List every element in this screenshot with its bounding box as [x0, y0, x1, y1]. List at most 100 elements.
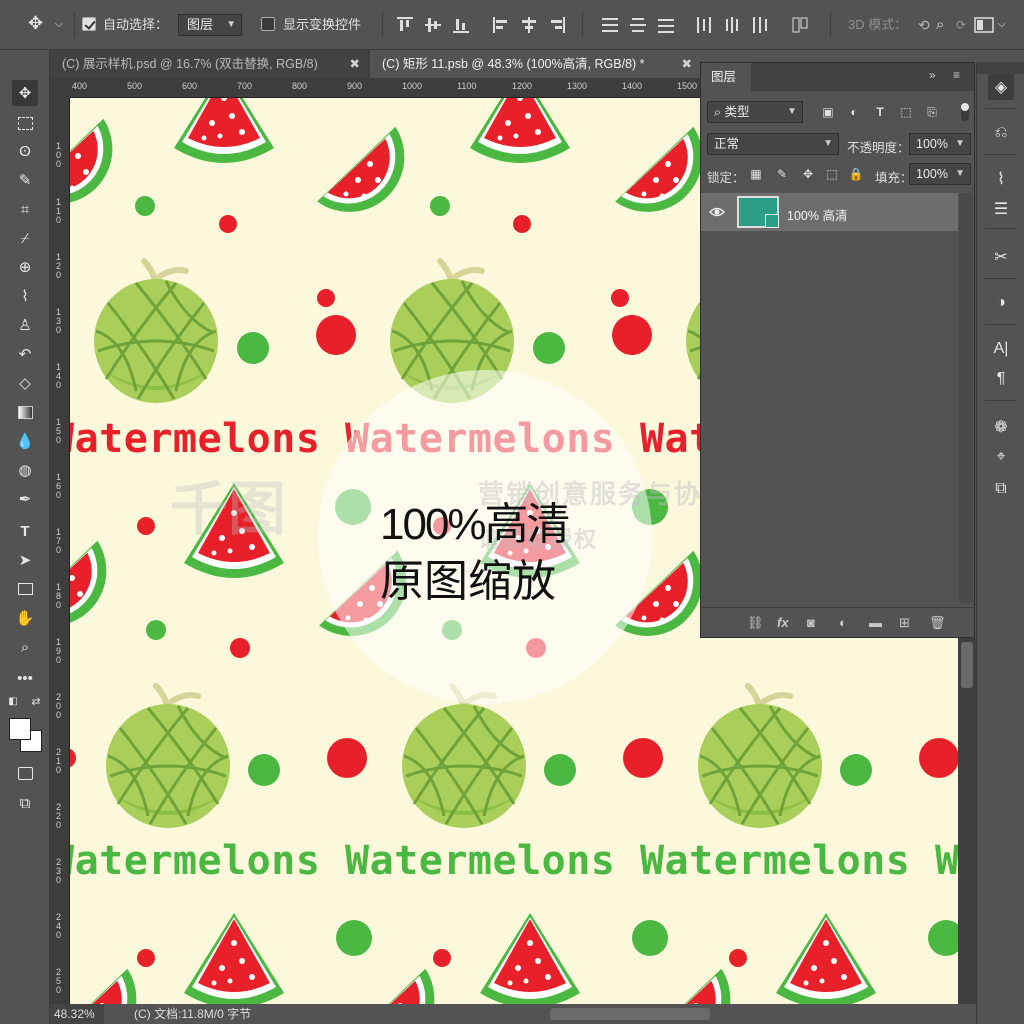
- search-icon[interactable]: ⌕: [936, 14, 944, 36]
- align-left-icon[interactable]: [491, 15, 511, 35]
- filter-pixel-icon[interactable]: ▣: [819, 103, 837, 121]
- more-tools-icon[interactable]: •••: [12, 665, 38, 691]
- marquee-tool-icon[interactable]: [12, 110, 38, 136]
- layers-scrollbar[interactable]: [959, 193, 973, 603]
- lock-all-icon[interactable]: 🔒: [847, 165, 865, 183]
- auto-align-icon[interactable]: [790, 15, 810, 35]
- stamp-tool-icon[interactable]: ♙: [12, 312, 38, 338]
- channels-panel-icon[interactable]: ❁: [988, 414, 1014, 440]
- filter-toggle[interactable]: [961, 103, 969, 121]
- distribute-left-icon[interactable]: [694, 15, 714, 35]
- adjustment-layer-icon[interactable]: ◐: [839, 615, 847, 630]
- history-panel-icon[interactable]: ⎌: [988, 120, 1014, 146]
- filter-smart-object-icon[interactable]: ⎘: [923, 103, 941, 121]
- lock-pixels-icon[interactable]: ✎: [773, 165, 791, 183]
- auto-select-target-dropdown[interactable]: 图层 ▼: [178, 14, 242, 36]
- close-icon[interactable]: ✖: [682, 50, 692, 78]
- document-info[interactable]: (C) 文档:11.8M/0 字节: [134, 1004, 251, 1024]
- hand-tool-icon[interactable]: ✋: [12, 605, 38, 631]
- opacity-input[interactable]: 100% ▼: [909, 133, 971, 155]
- align-right-icon[interactable]: [547, 15, 567, 35]
- gradient-tool-icon[interactable]: [12, 399, 38, 425]
- fill-input[interactable]: 100% ▼: [909, 163, 971, 185]
- blur-tool-icon[interactable]: 💧: [12, 428, 38, 454]
- paths-panel-icon[interactable]: ⌖: [988, 444, 1014, 470]
- distribute-bottom-icon[interactable]: [656, 15, 676, 35]
- filter-adjustment-icon[interactable]: ◐: [845, 103, 863, 121]
- close-icon[interactable]: ✖: [350, 50, 360, 78]
- lock-position-icon[interactable]: ✥: [799, 165, 817, 183]
- lasso-tool-icon[interactable]: ʘ: [12, 138, 38, 164]
- screen-mode-icon[interactable]: ⧉: [12, 790, 38, 816]
- lock-transparent-icon[interactable]: ▦: [747, 165, 765, 183]
- layer-style-icon[interactable]: fx: [777, 615, 789, 630]
- dodge-tool-icon[interactable]: ◍: [12, 457, 38, 483]
- eyedropper-tool-icon[interactable]: ⌿: [12, 225, 38, 251]
- filter-shape-icon[interactable]: ⬚: [897, 103, 915, 121]
- adjustments-panel-icon[interactable]: ◑: [988, 290, 1014, 316]
- distribute-right-icon[interactable]: [750, 15, 770, 35]
- properties-panel-icon[interactable]: ☰: [988, 196, 1014, 222]
- distribute-vcenter-icon[interactable]: [628, 15, 648, 35]
- layers-panel-title[interactable]: 图层: [701, 63, 751, 91]
- delete-layer-icon[interactable]: 🗑: [929, 615, 946, 631]
- move-tool-icon[interactable]: ✥: [28, 12, 43, 34]
- quick-mask-icon[interactable]: [12, 760, 38, 786]
- type-tool-icon[interactable]: T: [12, 518, 38, 544]
- pen-tool-icon[interactable]: ✒: [12, 486, 38, 512]
- filter-type-icon[interactable]: T: [871, 103, 889, 121]
- crop-tool-icon[interactable]: ⌗: [12, 196, 38, 222]
- tool-preset-dropdown-icon[interactable]: ⌵: [55, 14, 63, 36]
- layer-filter-dropdown[interactable]: ⌕ 类型 ▼: [707, 101, 803, 123]
- workspace-switcher-icon[interactable]: [974, 17, 994, 33]
- path-selection-tool-icon[interactable]: ➤: [12, 547, 38, 573]
- eraser-tool-icon[interactable]: ◇: [12, 370, 38, 396]
- link-layers-icon[interactable]: ⛓: [747, 615, 764, 631]
- align-vcenter-icon[interactable]: [423, 15, 443, 35]
- align-hcenter-icon[interactable]: [519, 15, 539, 35]
- blend-mode-dropdown[interactable]: 正常 ▼: [707, 133, 839, 155]
- panel-menu-icon[interactable]: ≡: [953, 68, 960, 82]
- tab-mockup-psd[interactable]: (C) 展示样机.psd @ 16.7% (双击替换, RGB/8) ✖: [50, 50, 368, 78]
- 3d-panel-icon[interactable]: ⧉: [988, 476, 1014, 502]
- zoom-tool-icon[interactable]: ⌕: [12, 634, 38, 660]
- align-top-icon[interactable]: [395, 15, 415, 35]
- character-panel-icon[interactable]: A|: [988, 336, 1014, 362]
- history-brush-tool-icon[interactable]: ↶: [12, 341, 38, 367]
- orbit-3d-icon[interactable]: ⟲: [918, 14, 930, 36]
- brush-settings-icon[interactable]: ⌇: [988, 166, 1014, 192]
- rectangle-tool-icon[interactable]: [12, 576, 38, 602]
- layer-name[interactable]: 100% 高清: [787, 205, 847, 224]
- auto-select-checkbox[interactable]: [82, 17, 96, 31]
- default-colors-icon[interactable]: ◧: [5, 693, 21, 709]
- ruler-tick: 400: [72, 81, 88, 91]
- move-tool-icon[interactable]: ✥: [12, 80, 38, 106]
- tab-rectangle-psb[interactable]: (C) 矩形 11.psb @ 48.3% (100%高清, RGB/8) * …: [370, 50, 700, 78]
- new-layer-icon[interactable]: ⊞: [899, 615, 910, 631]
- paragraph-panel-icon[interactable]: ¶: [988, 366, 1014, 392]
- add-mask-icon[interactable]: ◙: [807, 615, 815, 630]
- workspace-icon[interactable]: ⟳: [956, 14, 966, 36]
- layer-row[interactable]: 100% 高清: [701, 193, 958, 231]
- canvas-horizontal-scrollbar[interactable]: [550, 1008, 710, 1020]
- chevron-down-icon[interactable]: ⌵: [998, 14, 1006, 36]
- lock-artboard-icon[interactable]: ⬚: [823, 165, 841, 183]
- tools-panel-icon[interactable]: ✂: [988, 244, 1014, 270]
- distribute-top-icon[interactable]: [600, 15, 620, 35]
- canvas-vertical-scrollbar[interactable]: [958, 638, 976, 1004]
- eye-icon[interactable]: [709, 204, 725, 220]
- magic-wand-tool-icon[interactable]: ✎: [12, 167, 38, 193]
- ruler-origin[interactable]: [50, 78, 70, 98]
- collapse-panel-icon[interactable]: »: [929, 68, 936, 82]
- layers-panel-icon[interactable]: ◈: [988, 74, 1014, 100]
- healing-brush-tool-icon[interactable]: ⊕: [12, 254, 38, 280]
- swap-colors-icon[interactable]: ⇄: [28, 693, 44, 709]
- brush-tool-icon[interactable]: ⌇: [12, 283, 38, 309]
- new-group-icon[interactable]: ▬: [869, 615, 882, 630]
- zoom-level[interactable]: 48.32%: [50, 1004, 104, 1024]
- foreground-color-swatch[interactable]: [9, 718, 31, 740]
- distribute-hcenter-icon[interactable]: [722, 15, 742, 35]
- show-transform-checkbox[interactable]: [261, 17, 275, 31]
- align-bottom-icon[interactable]: [451, 15, 471, 35]
- scrollbar-thumb[interactable]: [961, 642, 973, 688]
